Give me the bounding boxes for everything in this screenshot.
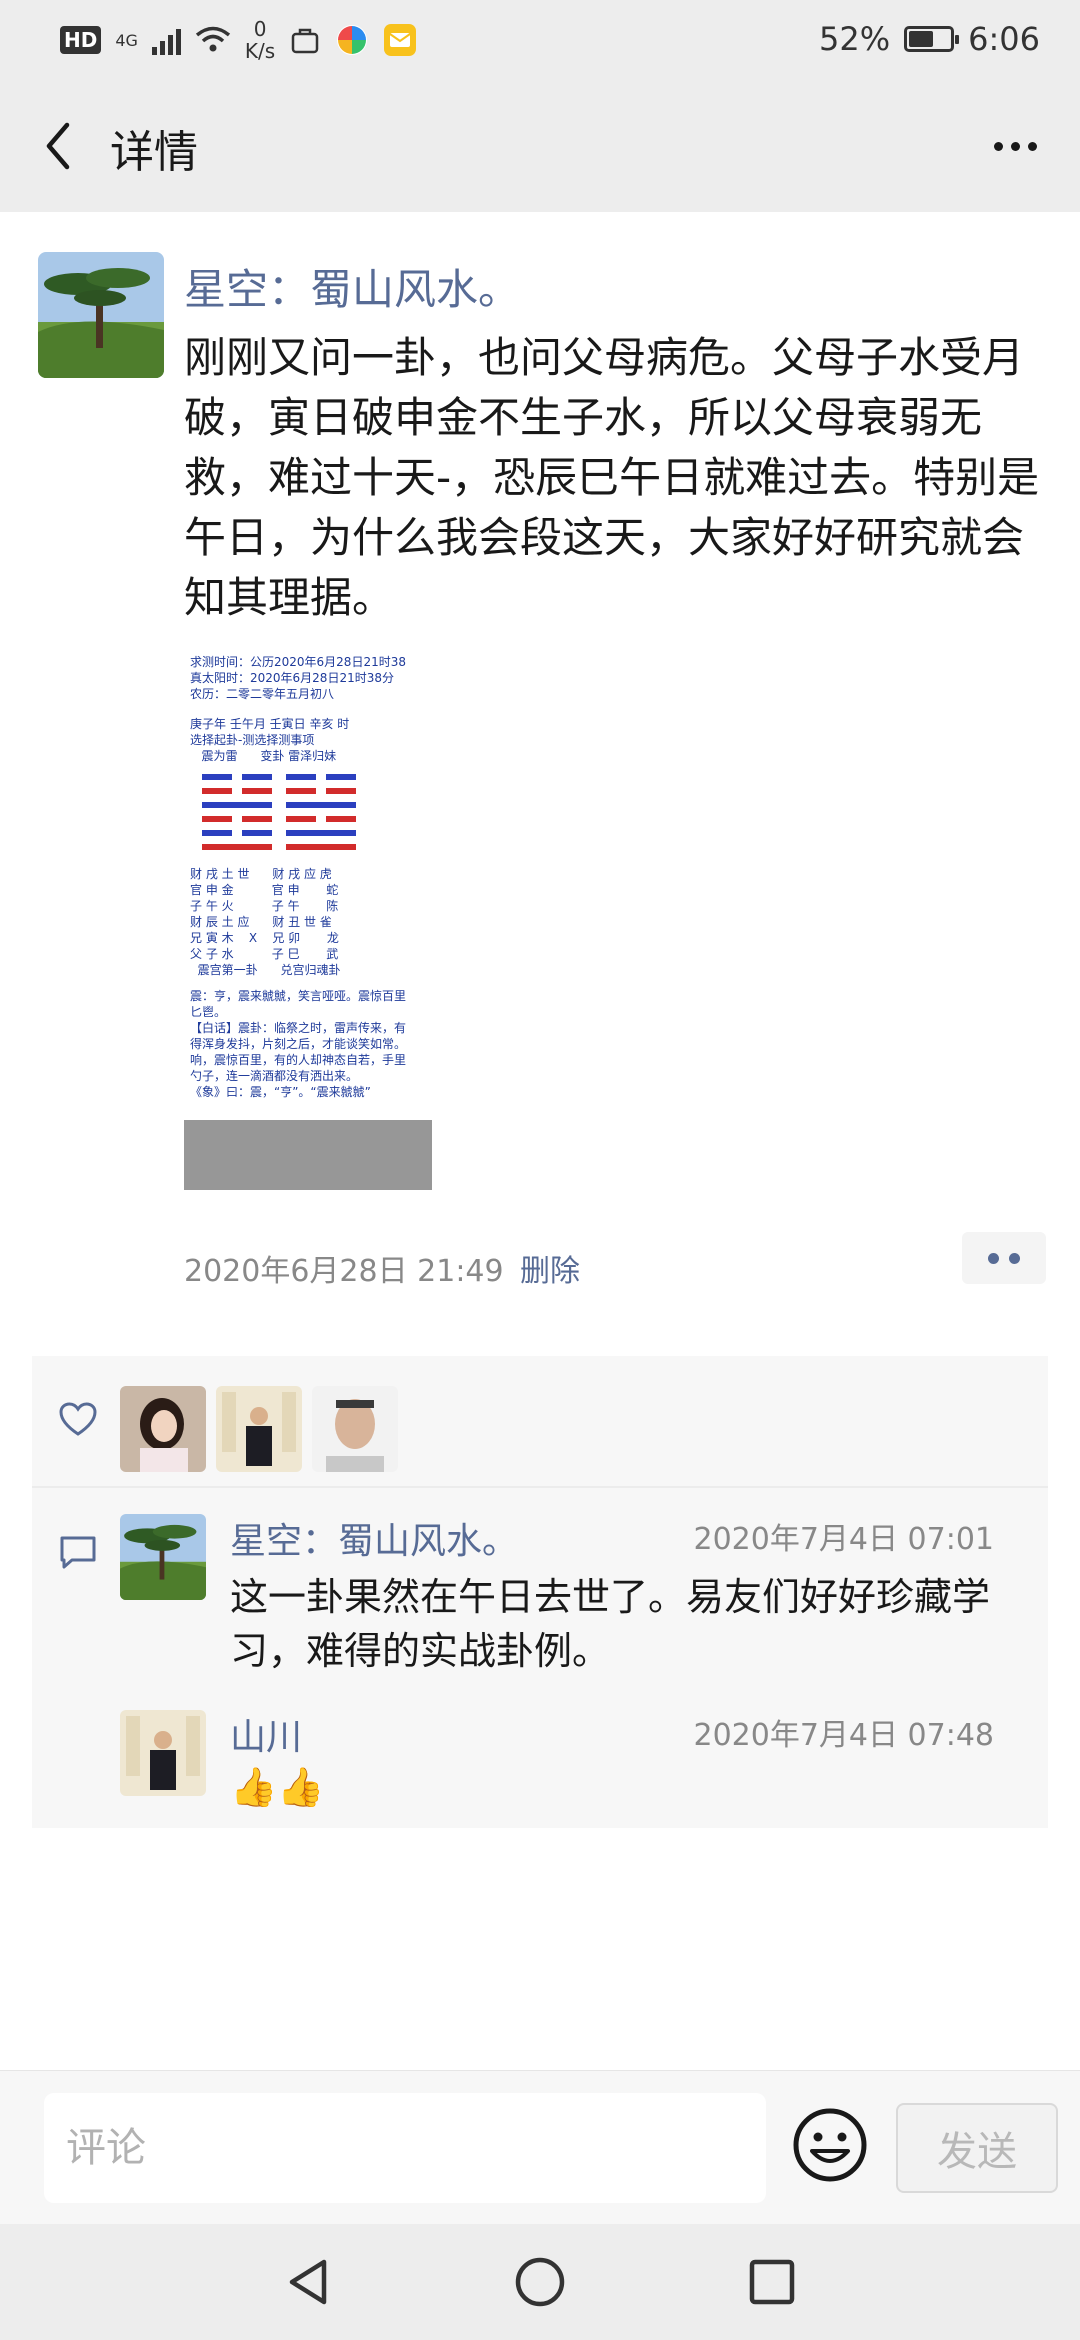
- post-image[interactable]: 求测时间：公历2020年6月28日21时38 真太阳时：2020年6月28日21时…: [184, 650, 432, 1190]
- signal-icon: [151, 25, 181, 55]
- hexagram-line: [202, 830, 232, 836]
- comment-text: 这一卦果然在午日去世了。易友们好好珍藏学习，难得的实战卦例。: [230, 1575, 991, 1673]
- hd-indicator: HD: [60, 26, 102, 54]
- author-name[interactable]: 星空：蜀山风水。: [184, 256, 520, 317]
- post-timestamp: 2020年6月28日 21:49: [184, 1254, 504, 1289]
- heart-icon: [59, 1402, 97, 1436]
- comments-section: 星空：蜀山风水。 2020年7月4日 07:01 这一卦果然在午日去世了。易友们…: [32, 1488, 1048, 1828]
- send-button[interactable]: 发送: [896, 2103, 1058, 2193]
- image-note-line: 响，震惊百里，有的人却神态自若，手里: [190, 1053, 407, 1067]
- more-dot-icon: [1027, 141, 1037, 151]
- status-bar: HD 4G 0 K/s 52% 6:06: [0, 0, 1080, 80]
- comment-like-toggle[interactable]: [962, 1232, 1046, 1284]
- hexagram-line: [242, 788, 272, 794]
- image-text-line: [190, 702, 426, 716]
- battery-icon: [904, 26, 960, 52]
- image-text-line: 求测时间：公历2020年6月28日21时38: [190, 655, 406, 669]
- emoji-icon[interactable]: [792, 2107, 868, 2183]
- page-title: 详情: [110, 127, 198, 178]
- network-type: 4G: [115, 30, 138, 50]
- author-avatar[interactable]: [38, 252, 164, 378]
- commenter-name[interactable]: 星空：蜀山风水。: [230, 1512, 518, 1564]
- image-note-line: 勺子，连一滴酒都没有洒出来。: [190, 1069, 359, 1083]
- image-note-line: 《象》曰：震，“亨”。“震来虩虩”: [190, 1085, 371, 1099]
- comment-time: 2020年7月4日 07:01: [693, 1522, 994, 1557]
- image-note-line: 得浑身发抖，片刻之后，才能谈笑如常。: [190, 1037, 407, 1051]
- image-note-line: 震：亨，震来虩虩，笑言哑哑。震惊百里: [190, 989, 407, 1003]
- comment-input[interactable]: [44, 2093, 766, 2203]
- hexagram-line: [326, 816, 356, 822]
- system-home-button[interactable]: [510, 2252, 570, 2312]
- image-text-line: 震为雷 变卦 雷泽归妹: [190, 749, 337, 763]
- nav-bar: 详情: [0, 80, 1080, 212]
- hexagram-line: [286, 844, 356, 850]
- square-recents-icon: [749, 2259, 795, 2305]
- hexagram-line: [286, 774, 316, 780]
- wifi-icon: [195, 26, 231, 52]
- mail-app-icon: [384, 24, 417, 56]
- commenter-avatar[interactable]: [120, 1710, 206, 1796]
- comment-bar: 发送: [0, 2070, 1080, 2224]
- system-back-button[interactable]: [278, 2252, 338, 2312]
- pinwheel-app-icon: [337, 25, 368, 55]
- comment-text: 👍👍: [230, 1765, 325, 1809]
- system-recents-button[interactable]: [742, 2252, 802, 2312]
- net-speed-value: 0: [253, 17, 267, 41]
- image-yao-line: 财 戌 土 世 财 戌 应 虎: [190, 867, 332, 881]
- liker-avatar[interactable]: [312, 1386, 398, 1472]
- hexagram-line: [286, 802, 356, 808]
- hexagram-line: [286, 830, 356, 836]
- more-dot-icon: [1010, 141, 1020, 151]
- image-text-line: 农历：二零二零年五月初八: [190, 687, 335, 701]
- hexagram-line: [242, 774, 272, 780]
- more-dot-icon: [993, 141, 1003, 151]
- triangle-back-icon: [289, 2259, 327, 2305]
- liker-avatar[interactable]: [120, 1386, 206, 1472]
- hexagram-line: [202, 788, 232, 794]
- hexagram-line: [202, 816, 232, 822]
- image-note-line: 匕鬯。: [190, 1005, 227, 1019]
- image-text-line: 庚子年 壬午月 壬寅日 辛亥 时: [190, 717, 350, 731]
- net-speed-unit: K/s: [244, 39, 276, 63]
- liker-avatar[interactable]: [216, 1386, 302, 1472]
- hexagram-line: [202, 774, 232, 780]
- hexagram-line: [242, 830, 272, 836]
- image-yao-line: 震宫第一卦 兑宫归魂卦: [190, 963, 341, 977]
- comment-icon: [60, 1536, 96, 1569]
- image-text-line: 选择起卦-测选择测事项: [190, 733, 315, 747]
- back-button[interactable]: [28, 116, 88, 176]
- clock: 6:06: [968, 20, 1040, 58]
- hexagram-line: [326, 774, 356, 780]
- hexagram-line: [202, 844, 272, 850]
- dot-icon: [988, 1252, 999, 1264]
- circle-home-icon: [515, 2257, 565, 2307]
- chevron-left-icon: [46, 122, 70, 170]
- image-note-line: 【白话】震卦：临祭之时，雷声传来，有: [190, 1021, 407, 1035]
- hexagram-line: [286, 816, 316, 822]
- post-text: 刚刚又问一卦，也问父母病危。父母子水受月破，寅日破申金不生子水，所以父母衰弱无救…: [184, 333, 1040, 622]
- hexagram-line: [286, 788, 316, 794]
- image-yao-line: 父 子 水 子 巳 武: [190, 947, 339, 961]
- commenter-avatar[interactable]: [120, 1514, 206, 1600]
- hexagram-graphic: [202, 774, 356, 850]
- hexagram-line: [326, 788, 356, 794]
- hexagram-line: [202, 802, 272, 808]
- dot-icon: [1009, 1252, 1020, 1264]
- image-text-line: 真太阳时：2020年6月28日21时38分: [190, 671, 394, 685]
- image-yao-line: 官 申 金 官 申 蛇: [190, 883, 339, 897]
- image-yao-line: 子 午 火 子 午 陈: [190, 899, 339, 913]
- net-speed: 0 K/s: [245, 18, 275, 62]
- bag-icon: [291, 28, 319, 54]
- more-button[interactable]: [980, 116, 1050, 176]
- image-yao-line: 财 辰 土 应 财 丑 世 雀: [190, 915, 332, 929]
- system-nav-bar: [0, 2224, 1080, 2340]
- comment-time: 2020年7月4日 07:48: [693, 1718, 994, 1753]
- likes-section: [32, 1356, 1048, 1486]
- commenter-name[interactable]: 山川: [230, 1708, 302, 1760]
- delete-link[interactable]: 删除: [520, 1246, 580, 1290]
- hexagram-line: [242, 816, 272, 822]
- battery-percent: 52%: [819, 20, 891, 58]
- image-yao-line: 兄 寅 木 X 兄 卯 龙: [190, 931, 339, 945]
